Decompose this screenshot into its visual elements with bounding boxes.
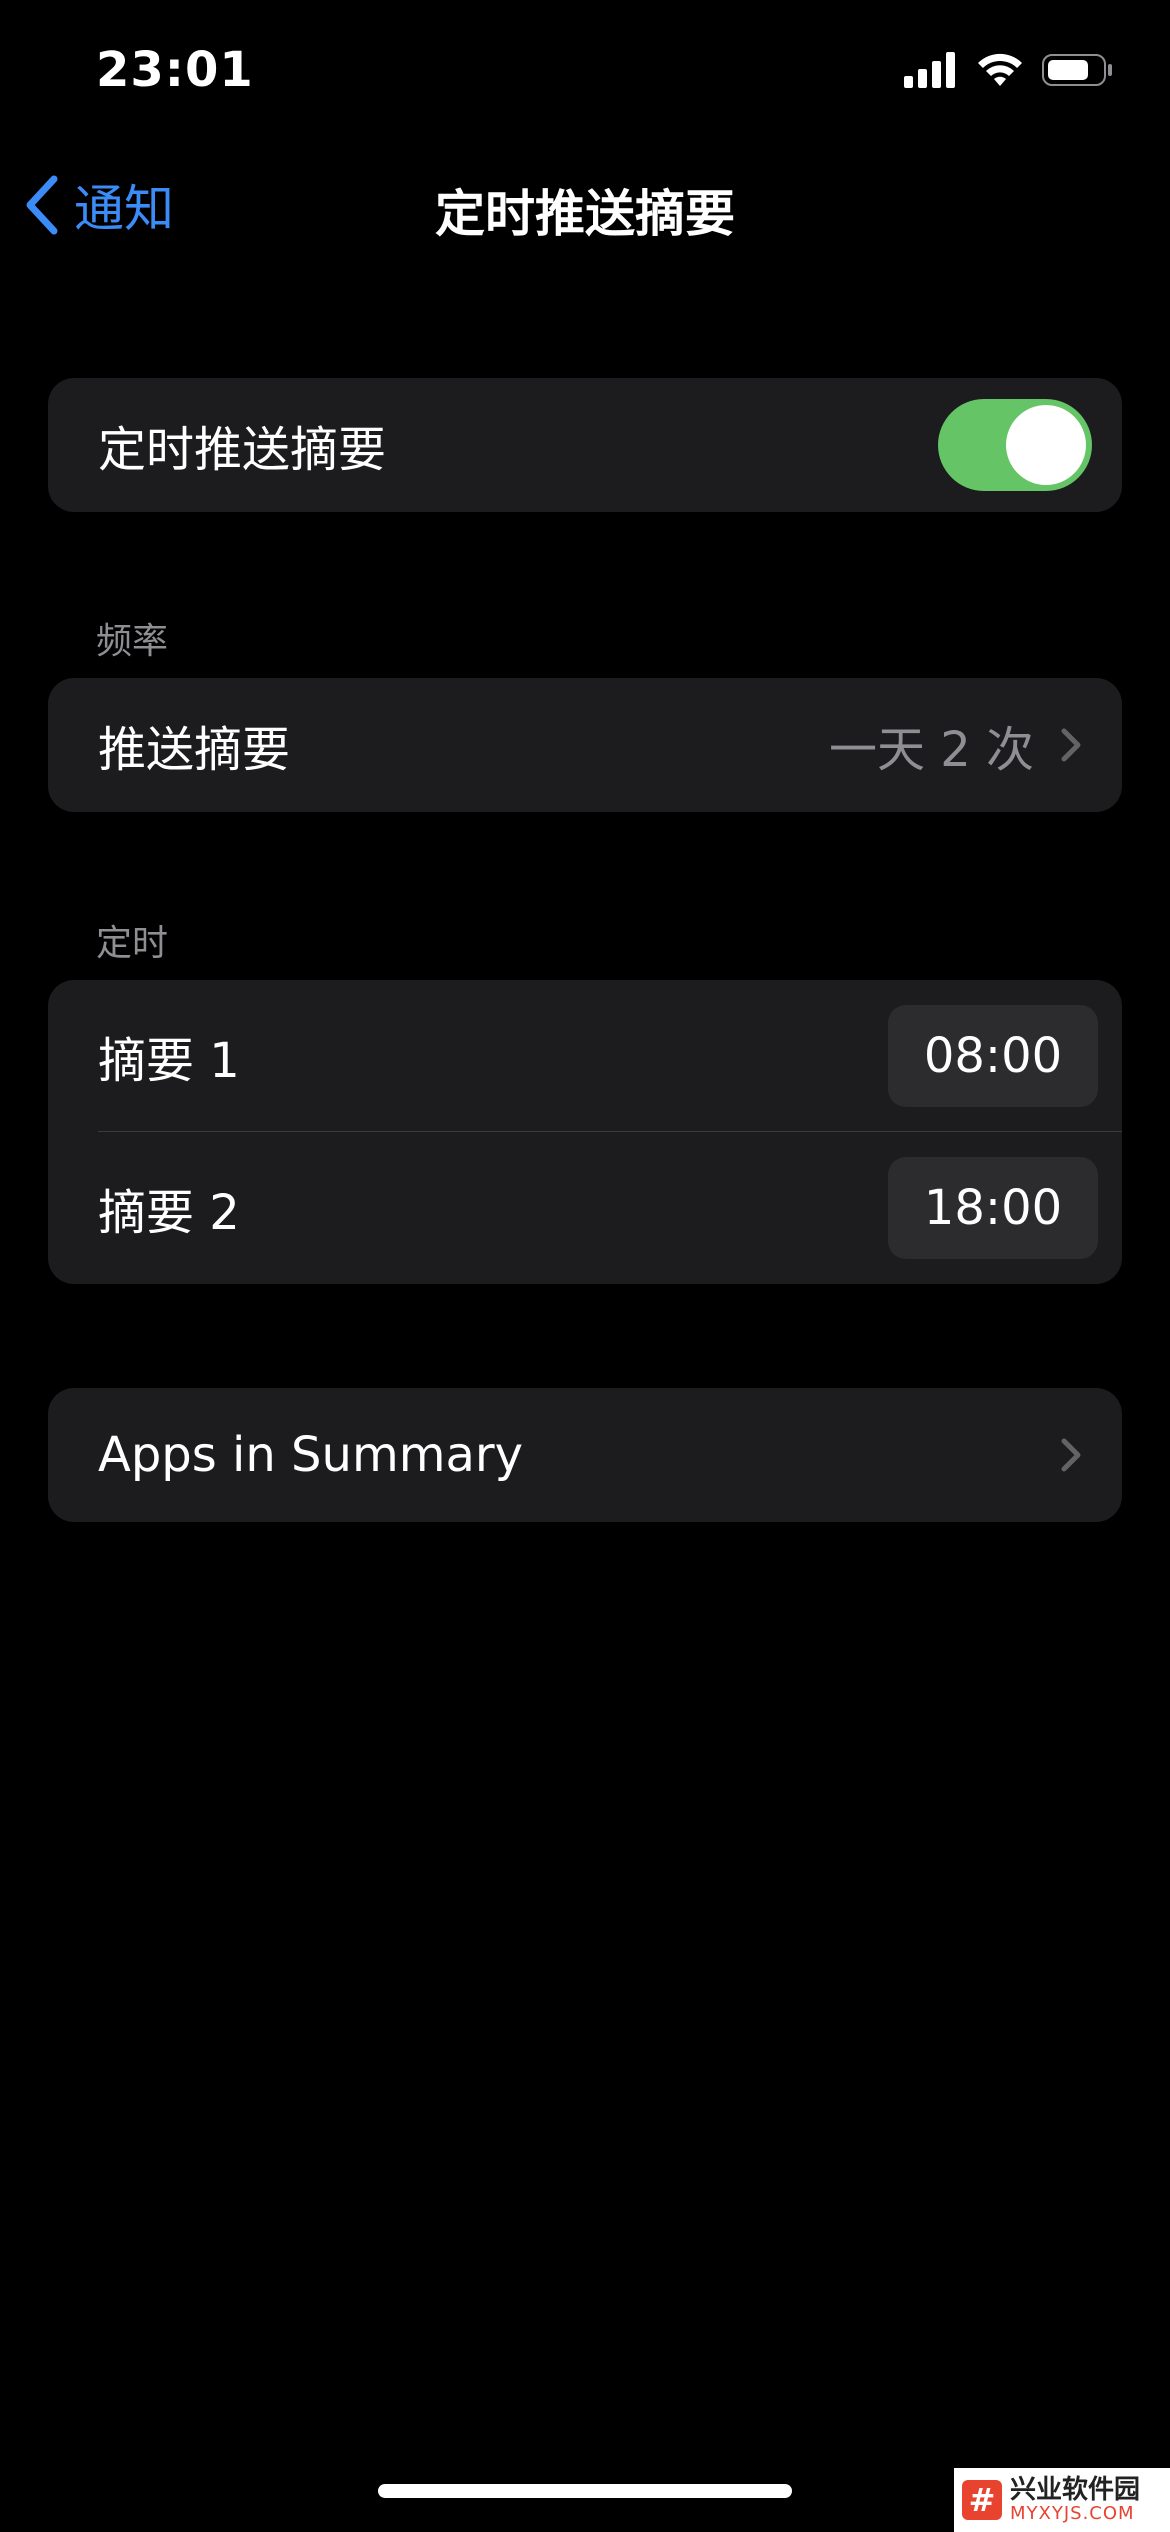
summary-2-time-picker[interactable]: 18:00 — [888, 1157, 1098, 1259]
wifi-icon — [978, 53, 1022, 86]
watermark-logo-icon: # — [962, 2480, 1002, 2520]
summary-1-row: 摘要 1 08:00 — [48, 980, 1122, 1132]
summary-1-label: 摘要 1 — [98, 1033, 240, 1089]
apps-in-summary-label: Apps in Summary — [98, 1427, 524, 1483]
chevron-right-icon — [1061, 728, 1081, 762]
frequency-header: 频率 — [96, 621, 169, 662]
cellular-signal-icon — [904, 52, 955, 88]
scheduled-summary-label: 定时推送摘要 — [98, 422, 387, 478]
schedule-group: 摘要 1 08:00 摘要 2 18:00 — [48, 980, 1122, 1284]
apps-in-summary-row[interactable]: Apps in Summary — [48, 1388, 1122, 1522]
battery-icon — [1042, 54, 1112, 86]
navigation-bar: 通知 定时推送摘要 — [0, 160, 1170, 250]
schedule-header: 定时 — [96, 923, 169, 964]
chevron-right-icon — [1061, 1438, 1081, 1472]
summary-2-label: 摘要 2 — [98, 1185, 240, 1241]
delivery-frequency-value: 一天 2 次 — [828, 722, 1034, 778]
home-indicator[interactable] — [378, 2484, 792, 2498]
status-bar: 23:01 — [0, 0, 1170, 140]
toggle-knob — [1006, 405, 1086, 485]
scheduled-summary-row: 定时推送摘要 — [48, 378, 1122, 512]
scheduled-summary-group: 定时推送摘要 — [48, 378, 1122, 512]
watermark-text: 兴业软件园 MYXYJS.COM — [1010, 2477, 1140, 2523]
watermark-title: 兴业软件园 — [1010, 2475, 1141, 2505]
watermark: # 兴业软件园 MYXYJS.COM — [954, 2468, 1170, 2532]
apps-summary-group: Apps in Summary — [48, 1388, 1122, 1522]
status-time: 23:01 — [96, 42, 254, 98]
summary-1-time-picker[interactable]: 08:00 — [888, 1005, 1098, 1107]
delivery-frequency-label: 推送摘要 — [98, 722, 291, 778]
frequency-group: 推送摘要 一天 2 次 — [48, 678, 1122, 812]
status-icons — [904, 52, 1114, 88]
summary-2-row: 摘要 2 18:00 — [48, 1132, 1122, 1284]
watermark-subtitle: MYXYJS.COM — [1010, 2503, 1135, 2524]
scheduled-summary-toggle[interactable] — [938, 399, 1092, 491]
delivery-frequency-row[interactable]: 推送摘要 一天 2 次 — [48, 678, 1122, 812]
page-title: 定时推送摘要 — [435, 185, 735, 243]
